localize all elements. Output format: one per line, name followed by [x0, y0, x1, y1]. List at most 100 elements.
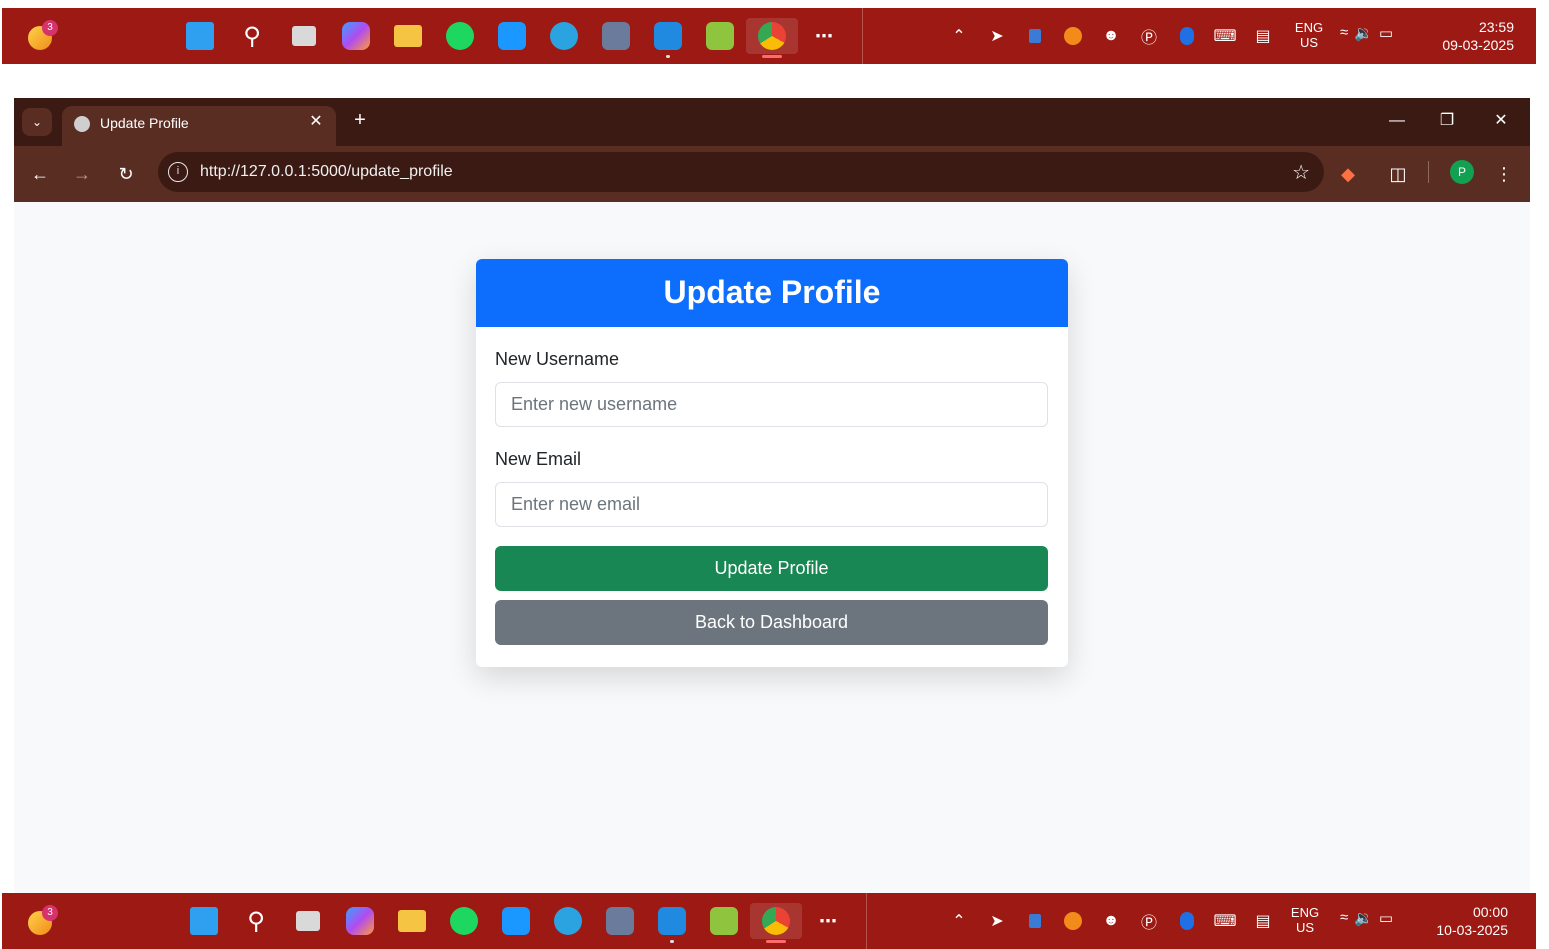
active-indicator	[762, 55, 782, 58]
extensions-puzzle-icon[interactable]: ◫	[1384, 160, 1412, 188]
taskbar-bottom: 3 ⚲ ⋯ ⌃ ➤ ☻ Ⓟ ⌨ ▤ ENG US ≈ 🔉 ▭ 00:00 10-…	[2, 893, 1536, 949]
browser-toolbar: ← → ↻ i http://127.0.0.1:5000/update_pro…	[14, 146, 1530, 202]
taskbar-divider	[866, 893, 867, 949]
prime-video-icon[interactable]	[486, 18, 538, 54]
app-tray-icon[interactable]	[1016, 20, 1054, 52]
back-to-dashboard-button[interactable]: Back to Dashboard	[495, 600, 1048, 645]
mysql-workbench-icon[interactable]	[594, 903, 646, 939]
update-profile-button[interactable]: Update Profile	[495, 546, 1048, 591]
more-apps-icon[interactable]: ⋯	[802, 903, 854, 939]
mysql-workbench-icon[interactable]	[590, 18, 642, 54]
grammarly-icon[interactable]: Ⓟ	[1130, 20, 1168, 52]
file-explorer-icon[interactable]	[386, 903, 438, 939]
address-bar[interactable]: i http://127.0.0.1:5000/update_profile ☆	[158, 152, 1324, 192]
menu-kebab-icon[interactable]: ⋮	[1490, 160, 1518, 188]
globe-icon	[74, 116, 90, 132]
notification-count-badge: 3	[42, 20, 58, 36]
telegram-icon[interactable]	[538, 18, 590, 54]
avast-icon[interactable]	[1054, 905, 1092, 937]
copilot-icon[interactable]	[330, 18, 382, 54]
profile-form: New Username New Email Update Profile Ba…	[476, 327, 1068, 645]
extension-cap-icon[interactable]: ◆	[1334, 160, 1362, 188]
email-label: New Email	[495, 449, 582, 469]
notification-bubble-icon[interactable]: 3	[24, 18, 60, 54]
back-arrow-icon[interactable]: ←	[26, 160, 54, 188]
restore-icon[interactable]: ❐	[1430, 108, 1464, 134]
volume-icon: 🔉	[1354, 910, 1373, 927]
telegram-tray-icon[interactable]: ➤	[978, 20, 1016, 52]
language-indicator[interactable]: ENG US	[1292, 20, 1326, 50]
vscode-icon[interactable]	[646, 903, 698, 943]
touchpad-icon[interactable]: ▤	[1244, 20, 1282, 52]
clock[interactable]: 23:59 09-03-2025	[1442, 18, 1514, 54]
email-input[interactable]	[495, 482, 1048, 527]
page-title: Update Profile	[476, 259, 1068, 327]
update-profile-card: Update Profile New Username New Email Up…	[476, 259, 1068, 667]
bluetooth-icon[interactable]	[1168, 20, 1206, 52]
running-indicator	[666, 55, 670, 58]
notification-bubble-icon[interactable]: 3	[24, 903, 60, 939]
forward-arrow-icon[interactable]: →	[68, 160, 96, 188]
chrome-icon[interactable]	[750, 903, 802, 943]
windows-start-icon[interactable]	[178, 903, 230, 939]
search-icon[interactable]: ⚲	[230, 903, 282, 939]
toolbar-separator	[1428, 161, 1429, 183]
telegram-icon[interactable]	[542, 903, 594, 939]
clock[interactable]: 00:00 10-03-2025	[1436, 903, 1508, 939]
site-info-icon[interactable]: i	[168, 162, 188, 182]
quick-settings[interactable]: ≈ 🔉 ▭	[1340, 24, 1393, 42]
app-tray-icon[interactable]	[1016, 905, 1054, 937]
visual-studio-icon[interactable]	[694, 18, 746, 54]
browser-window: ⌄ Update Profile ✕ + — ❐ ✕ ← → ↻ i http:…	[14, 98, 1530, 893]
wifi-icon: ≈	[1340, 909, 1349, 926]
visual-studio-icon[interactable]	[698, 903, 750, 939]
taskbar-apps: ⚲ ⋯	[178, 903, 854, 943]
language-indicator[interactable]: ENG US	[1288, 905, 1322, 935]
close-tab-icon[interactable]: ✕	[306, 112, 326, 132]
search-icon[interactable]: ⚲	[226, 18, 278, 54]
quick-settings[interactable]: ≈ 🔉 ▭	[1340, 909, 1393, 927]
url-text: http://127.0.0.1:5000/update_profile	[200, 163, 453, 180]
battery-icon: ▭	[1378, 910, 1394, 927]
grammarly-icon[interactable]: Ⓟ	[1130, 905, 1168, 937]
new-tab-icon[interactable]: +	[348, 108, 372, 132]
chevron-up-icon[interactable]: ⌃	[940, 20, 978, 52]
close-window-icon[interactable]: ✕	[1484, 108, 1518, 134]
notification-count-badge: 3	[42, 905, 58, 921]
spotify-icon[interactable]	[434, 18, 486, 54]
file-explorer-icon[interactable]	[382, 18, 434, 54]
task-view-icon[interactable]	[282, 903, 334, 939]
person-tray-icon[interactable]: ☻	[1092, 20, 1130, 52]
bookmark-star-icon[interactable]: ☆	[1292, 160, 1310, 185]
username-input[interactable]	[495, 382, 1048, 427]
prime-video-icon[interactable]	[490, 903, 542, 939]
taskbar-divider	[862, 8, 863, 64]
wifi-icon: ≈	[1340, 24, 1349, 41]
touchpad-icon[interactable]: ▤	[1244, 905, 1282, 937]
telegram-tray-icon[interactable]: ➤	[978, 905, 1016, 937]
username-label: New Username	[495, 349, 620, 369]
vscode-icon[interactable]	[642, 18, 694, 58]
profile-avatar[interactable]: P	[1450, 160, 1474, 184]
spotify-icon[interactable]	[438, 903, 490, 939]
running-indicator	[670, 940, 674, 943]
title-bar: ⌄ Update Profile ✕ + — ❐ ✕	[14, 98, 1530, 146]
more-apps-icon[interactable]: ⋯	[798, 18, 850, 54]
task-view-icon[interactable]	[278, 18, 330, 54]
chrome-icon[interactable]	[746, 18, 798, 58]
tab-title: Update Profile	[100, 115, 189, 131]
bluetooth-icon[interactable]	[1168, 905, 1206, 937]
reload-icon[interactable]: ↻	[112, 160, 140, 188]
system-tray: ⌃ ➤ ☻ Ⓟ ⌨ ▤	[940, 20, 1282, 52]
keyboard-icon[interactable]: ⌨	[1206, 905, 1244, 937]
page-content: Update Profile New Username New Email Up…	[14, 202, 1530, 893]
tab-update-profile[interactable]: Update Profile ✕	[62, 106, 336, 146]
avast-icon[interactable]	[1054, 20, 1092, 52]
copilot-icon[interactable]	[334, 903, 386, 939]
keyboard-icon[interactable]: ⌨	[1206, 20, 1244, 52]
person-tray-icon[interactable]: ☻	[1092, 905, 1130, 937]
windows-start-icon[interactable]	[174, 18, 226, 54]
minimize-icon[interactable]: —	[1380, 108, 1414, 134]
tab-search-chevron-icon[interactable]: ⌄	[22, 108, 52, 136]
chevron-up-icon[interactable]: ⌃	[940, 905, 978, 937]
